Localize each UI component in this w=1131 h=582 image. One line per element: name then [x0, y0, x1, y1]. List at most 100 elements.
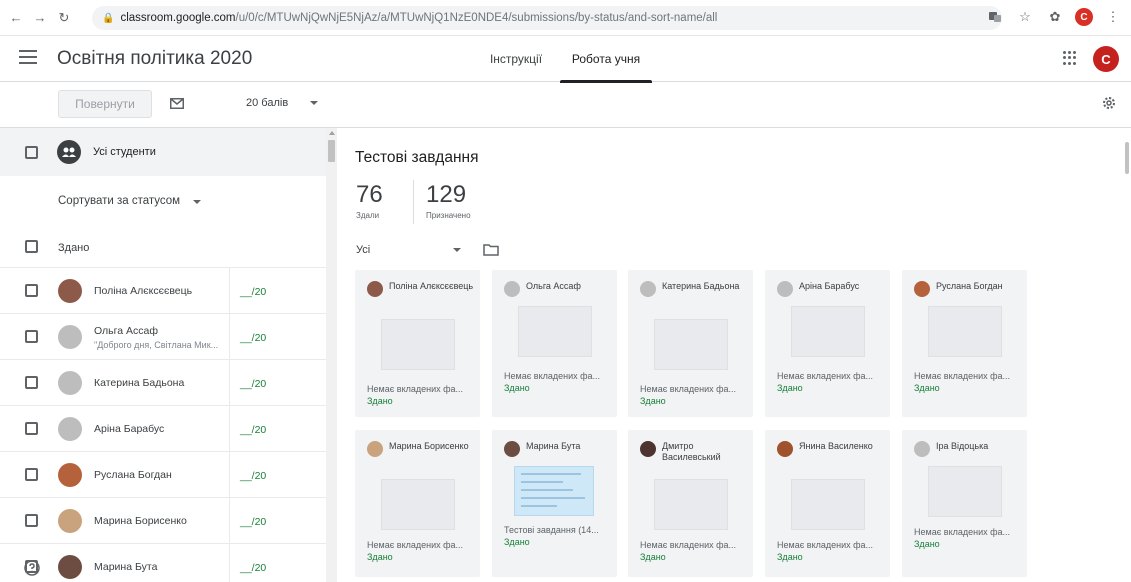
select-all-checkbox[interactable] [25, 145, 38, 159]
grade-field[interactable]: __/20 [240, 378, 266, 390]
student-row[interactable]: Марина Борисенко __/20 [0, 498, 326, 544]
grade-field[interactable]: __/20 [240, 562, 266, 574]
more-vert-icon[interactable]: ⋮ [1103, 6, 1123, 28]
student-avatar [640, 441, 656, 457]
student-row[interactable]: Поліна Алєксєєвець __/20 [0, 268, 326, 314]
grade-divider [229, 406, 230, 452]
card-attachment[interactable]: Тестові завдання (14... [504, 525, 612, 535]
card-status: Здано [367, 552, 393, 562]
stat-divider [413, 180, 414, 224]
back-arrow-icon[interactable]: ← [6, 8, 26, 28]
student-row[interactable]: Руслана Богдан __/20 [0, 452, 326, 498]
assigned-stat[interactable]: 129 Призначено [426, 181, 471, 220]
star-icon[interactable]: ☆ [1015, 6, 1035, 28]
student-row[interactable]: Марина Бута __/20 [0, 544, 326, 582]
student-avatar [777, 441, 793, 457]
chevron-down-icon [310, 101, 319, 105]
student-checkbox[interactable] [25, 284, 38, 297]
card-attachment: Немає вкладених фа... [777, 371, 874, 381]
card-student-name: Аріна Барабус [799, 281, 860, 291]
card-student-name: Дмитро Василевський [662, 441, 721, 462]
extensions-icon[interactable]: ✿ [1045, 6, 1065, 28]
card-student-name: Ольга Ассаф [526, 281, 581, 291]
student-name: Катерина Бадьона [94, 377, 185, 389]
return-button[interactable]: Повернути [58, 90, 152, 118]
attachment-placeholder [928, 306, 1002, 357]
profile-avatar[interactable]: C [1075, 8, 1093, 26]
submission-card[interactable]: Аріна Барабус Немає вкладених фа... Здан… [765, 270, 890, 417]
card-status: Здано [640, 396, 666, 406]
apps-grid-icon[interactable] [1063, 51, 1077, 65]
turned-in-count: 76 [356, 181, 383, 208]
tab-instructions[interactable]: Інструкції [478, 36, 554, 82]
student-name: Поліна Алєксєєвець [94, 285, 193, 297]
grade-field[interactable]: __/20 [240, 516, 266, 528]
sort-select[interactable]: Сортувати за статусом [0, 176, 326, 226]
grade-divider [229, 268, 230, 314]
student-avatar [58, 371, 82, 395]
grade-field[interactable]: __/20 [240, 286, 266, 298]
submission-card[interactable]: Марина Бута Тестові завдання (14... Здан… [492, 430, 617, 577]
help-icon[interactable] [24, 560, 40, 576]
forward-arrow-icon[interactable]: → [30, 8, 50, 28]
submission-card[interactable]: Іра Відоцька Немає вкладених фа... Здано [902, 430, 1027, 577]
student-row[interactable]: Катерина Бадьона __/20 [0, 360, 326, 406]
submission-card[interactable]: Дмитро Василевський Немає вкладених фа..… [628, 430, 753, 577]
group-checkbox[interactable] [25, 240, 38, 253]
menu-icon[interactable] [19, 50, 37, 64]
class-title[interactable]: Освітня політика 2020 [57, 48, 252, 70]
student-checkbox[interactable] [25, 376, 38, 389]
student-checkbox[interactable] [25, 514, 38, 527]
grade-divider [229, 314, 230, 360]
submission-card[interactable]: Руслана Богдан Немає вкладених фа... Зда… [902, 270, 1027, 417]
submissions-scrollbar[interactable] [1124, 128, 1131, 582]
turned-in-stat[interactable]: 76 Здали [356, 181, 383, 220]
points-select[interactable]: 20 балів [246, 97, 319, 109]
app-header: Освітня політика 2020 Інструкції Робота … [0, 36, 1131, 83]
card-student-name: Поліна Алєксєєвець [389, 281, 474, 291]
submission-card[interactable]: Катерина Бадьона Немає вкладених фа... З… [628, 270, 753, 417]
assigned-label: Призначено [426, 211, 471, 220]
email-icon[interactable] [170, 96, 184, 114]
tab-student-work[interactable]: Робота учня [560, 36, 652, 83]
address-bar[interactable]: 🔒 classroom.google.com/u/0/c/MTUwNjQwNjE… [92, 6, 1002, 30]
student-row[interactable]: Аріна Барабус __/20 [0, 406, 326, 452]
filter-select[interactable]: Усі [356, 244, 370, 256]
submission-card[interactable]: Янина Василенко Немає вкладених фа... Зд… [765, 430, 890, 577]
assigned-count: 129 [426, 181, 467, 208]
student-checkbox[interactable] [25, 330, 38, 343]
student-name: Ольга Ассаф [94, 325, 158, 337]
grade-field[interactable]: __/20 [240, 332, 266, 344]
student-checkbox[interactable] [25, 468, 38, 481]
student-avatar [58, 463, 82, 487]
document-thumbnail[interactable] [514, 466, 594, 516]
submission-card[interactable]: Марина Борисенко Немає вкладених фа... З… [355, 430, 480, 577]
card-attachment: Немає вкладених фа... [640, 384, 737, 394]
attachment-placeholder [654, 479, 728, 530]
student-list-scrollbar[interactable] [326, 128, 337, 582]
scrollbar-thumb[interactable] [328, 140, 335, 162]
translate-icon[interactable] [985, 6, 1005, 28]
card-attachment: Немає вкладених фа... [640, 540, 737, 550]
student-checkbox[interactable] [25, 422, 38, 435]
scroll-up-arrow-icon[interactable] [329, 131, 335, 135]
card-student-name: Іра Відоцька [936, 441, 989, 451]
card-status: Здано [504, 383, 530, 393]
grade-divider [229, 544, 230, 582]
url-host: classroom.google.com [120, 12, 236, 24]
folder-icon[interactable] [483, 243, 499, 261]
reload-icon[interactable]: ↻ [54, 8, 74, 28]
all-students-row[interactable]: Усі студенти [0, 128, 326, 176]
student-name: Марина Борисенко [94, 515, 187, 527]
submission-card[interactable]: Поліна Алєксєєвець Немає вкладених фа...… [355, 270, 480, 417]
scrollbar-thumb[interactable] [1125, 142, 1129, 174]
grade-field[interactable]: __/20 [240, 470, 266, 482]
chevron-down-icon [193, 200, 201, 204]
settings-gear-icon[interactable] [1101, 95, 1117, 116]
account-avatar[interactable]: C [1093, 46, 1119, 72]
card-attachment: Немає вкладених фа... [367, 384, 464, 394]
grade-field[interactable]: __/20 [240, 424, 266, 436]
grading-toolbar: Повернути 20 балів [0, 82, 1131, 128]
submission-card[interactable]: Ольга Ассаф Немає вкладених фа... Здано [492, 270, 617, 417]
student-row[interactable]: Ольга Ассаф "Доброго дня, Світлана Мик..… [0, 314, 326, 360]
